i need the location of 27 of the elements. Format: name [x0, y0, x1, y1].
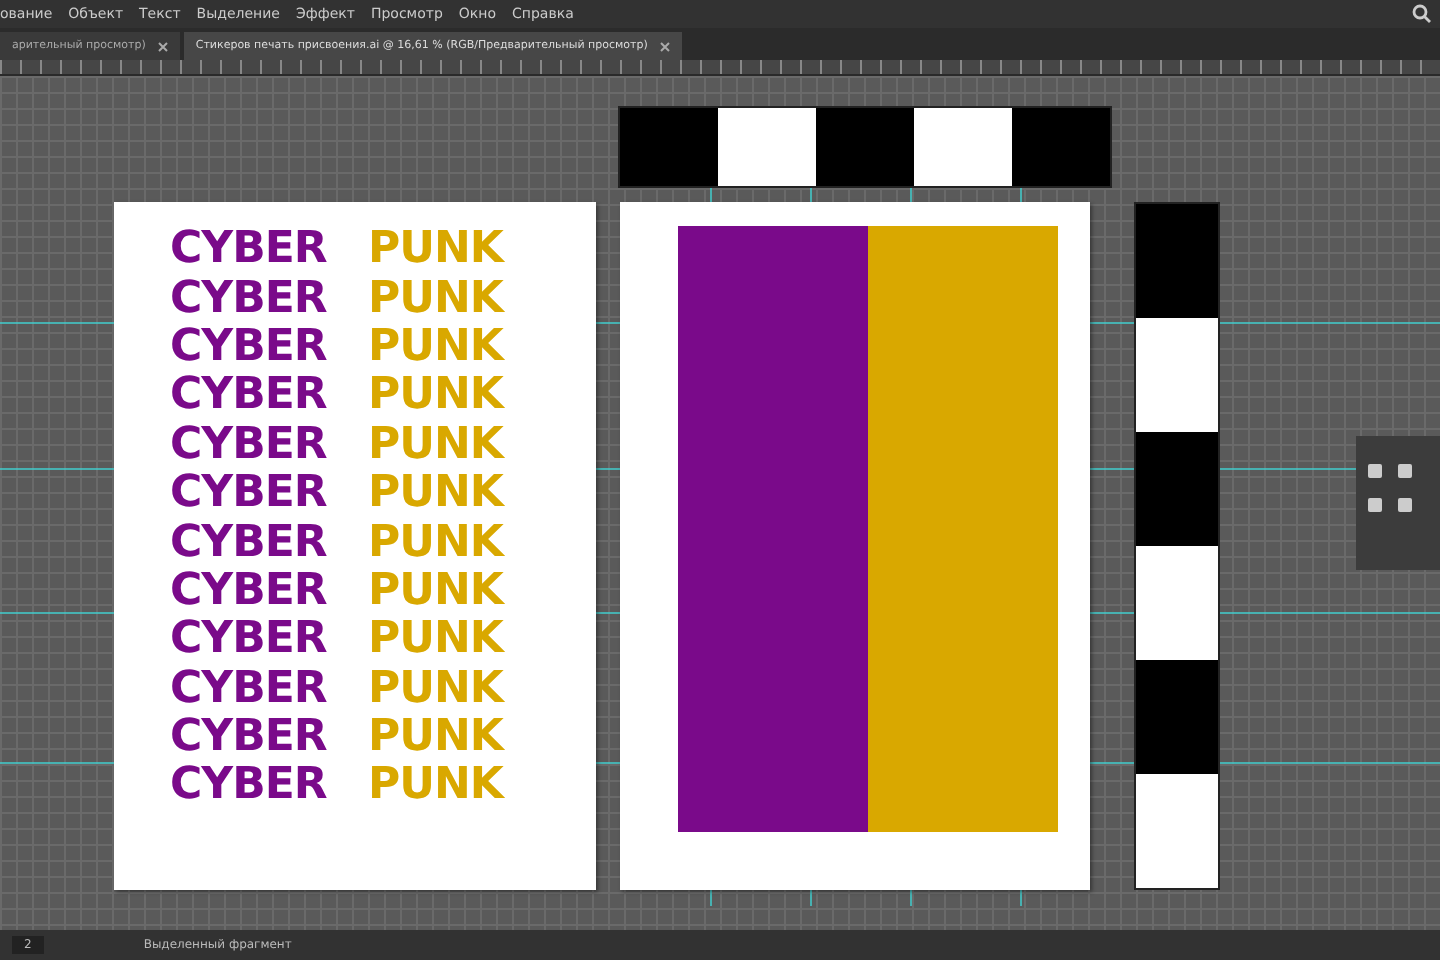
cyber-word: CYBER	[170, 472, 329, 517]
cyber-word: CYBER	[170, 569, 329, 614]
cyber-word: CYBER	[170, 228, 329, 273]
cyber-word: CYBER	[170, 618, 329, 663]
punk-word: PUNK	[368, 472, 503, 517]
punk-word: PUNK	[368, 228, 503, 273]
punk-word: PUNK	[368, 618, 503, 663]
cyber-word: CYBER	[170, 277, 329, 322]
punk-word: PUNK	[368, 423, 503, 468]
close-icon[interactable]	[659, 41, 670, 51]
cyber-word: CYBER	[170, 521, 329, 566]
punk-word: PUNK	[368, 325, 503, 370]
punk-word: PUNK	[368, 521, 503, 566]
cyber-word: CYBER	[170, 764, 329, 809]
punk-word: PUNK	[368, 716, 503, 761]
search-icon[interactable]	[1412, 4, 1432, 24]
punk-word: PUNK	[368, 374, 503, 419]
cyber-word: CYBER	[170, 667, 329, 712]
punk-word: PUNK	[368, 667, 503, 712]
punk-word: PUNK	[368, 277, 503, 322]
cyber-word: CYBER	[170, 374, 329, 419]
cyber-word: CYBER	[170, 423, 329, 468]
punk-word: PUNK	[368, 764, 503, 809]
cyber-word: CYBER	[170, 716, 329, 761]
punk-word: PUNK	[368, 569, 503, 614]
close-icon[interactable]	[157, 41, 168, 51]
cyber-word: CYBER	[170, 325, 329, 370]
